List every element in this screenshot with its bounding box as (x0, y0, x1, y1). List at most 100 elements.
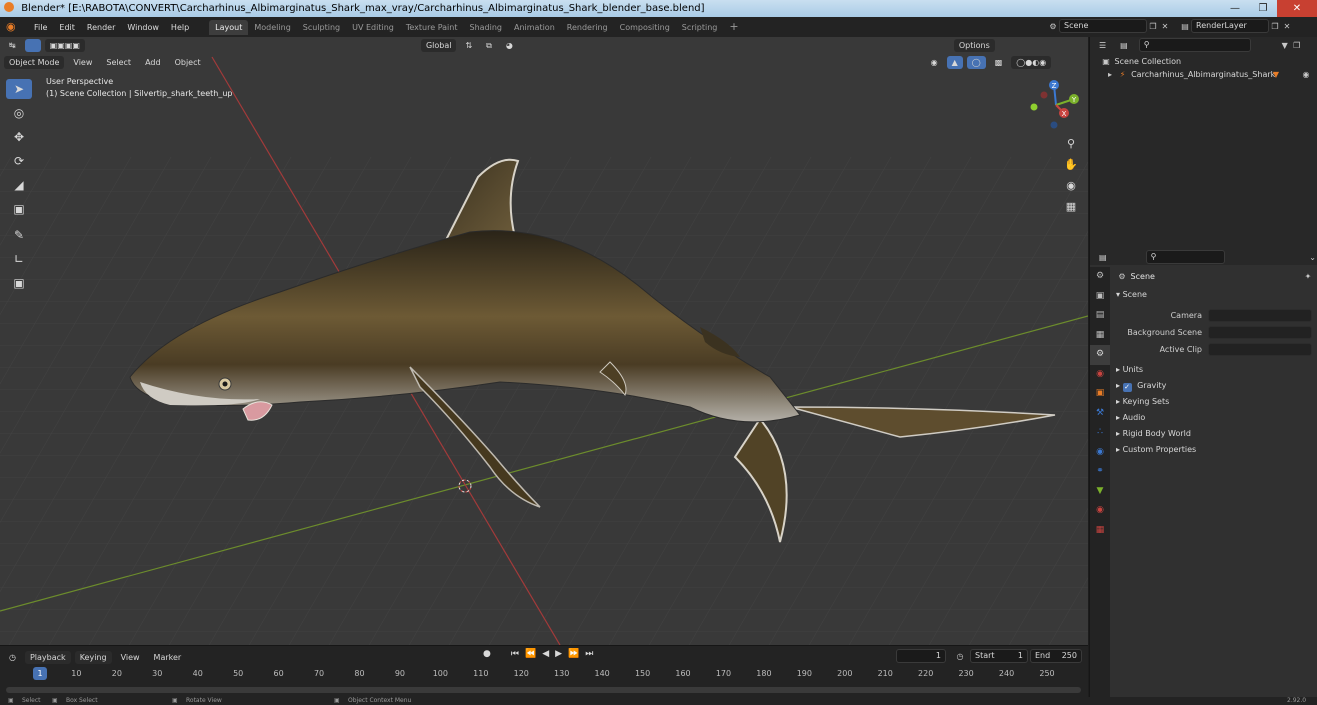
delete-view-layer-icon[interactable]: ✕ (1281, 22, 1293, 31)
tab-texture-paint[interactable]: Texture Paint (400, 20, 464, 35)
world-tab-icon[interactable]: ◉ (1090, 365, 1110, 385)
display-mode-icon[interactable]: ▤ (1115, 39, 1133, 52)
record-icon[interactable]: ● (480, 649, 494, 659)
outliner-item-shark[interactable]: ▸ ⚡ Carcharhinus_Albimarginatus_Shark ▼ … (1090, 68, 1317, 81)
menu-render[interactable]: Render (81, 23, 121, 32)
select-box-tool-icon[interactable]: ➤ (6, 79, 32, 99)
play-reverse-icon[interactable]: ◀ (539, 649, 552, 659)
tab-rendering[interactable]: Rendering (561, 20, 614, 35)
modifier-icon[interactable]: ▼ (1270, 68, 1282, 81)
tab-animation[interactable]: Animation (508, 20, 561, 35)
physics-tab-icon[interactable]: ◉ (1090, 443, 1110, 463)
audio-panel-header[interactable]: ▸ Audio (1112, 410, 1317, 426)
tab-modeling[interactable]: Modeling (248, 20, 296, 35)
view-menu[interactable]: View (68, 56, 97, 69)
transform-orientation-dropdown[interactable]: Global (420, 38, 457, 52)
gravity-panel-header[interactable]: ▸ ✓ Gravity (1112, 378, 1317, 394)
tab-sculpting[interactable]: Sculpting (297, 20, 346, 35)
particles-tab-icon[interactable]: ∴ (1090, 423, 1110, 443)
pan-hand-icon[interactable]: ✋ (1062, 156, 1080, 174)
delete-scene-icon[interactable]: ✕ (1159, 22, 1171, 31)
visibility-icon[interactable]: ◉ (926, 56, 943, 69)
perspective-toggle-icon[interactable]: ▦ (1062, 198, 1080, 216)
select-menu[interactable]: Select (101, 56, 136, 69)
move-tool-icon[interactable]: ✥ (6, 127, 32, 147)
marker-menu[interactable]: Marker (149, 651, 187, 664)
tab-compositing[interactable]: Compositing (614, 20, 676, 35)
gravity-checkbox[interactable]: ✓ (1122, 383, 1132, 392)
tool-settings-icon[interactable]: ↹ (4, 39, 21, 52)
current-frame-indicator[interactable]: 1 (33, 667, 47, 680)
selection-mode-icons[interactable]: ▣▣▣▣ (44, 38, 85, 52)
active-clip-field[interactable] (1208, 343, 1312, 356)
frame-ruler[interactable]: 1102030405060708090100110120130140150160… (0, 667, 1088, 683)
keying-sets-panel-header[interactable]: ▸ Keying Sets (1112, 394, 1317, 410)
tab-uv-editing[interactable]: UV Editing (346, 20, 400, 35)
constraints-tab-icon[interactable]: ⚭ (1090, 462, 1110, 482)
zoom-icon[interactable]: ⚲ (1062, 135, 1080, 153)
custom-properties-panel-header[interactable]: ▸ Custom Properties (1112, 442, 1317, 458)
modifiers-tab-icon[interactable]: ⚒ (1090, 404, 1110, 424)
eye-visibility-icon[interactable]: ◉ (1300, 68, 1312, 81)
tool-tab-icon[interactable]: ⚙ (1090, 267, 1110, 287)
rotate-tool-icon[interactable]: ⟳ (6, 151, 32, 171)
timeline-editor-type-icon[interactable]: ◷ (4, 651, 21, 664)
view-layer-field[interactable]: RenderLayer (1191, 19, 1269, 33)
output-tab-icon[interactable]: ▤ (1090, 306, 1110, 326)
gizmo-neg-z[interactable] (1050, 121, 1058, 129)
outliner-editor-type-icon[interactable]: ☰ (1094, 39, 1111, 52)
object-menu[interactable]: Object (170, 56, 206, 69)
pin-icon[interactable]: ✦ (1302, 267, 1314, 287)
gizmo-toggle-icon[interactable]: ▲ (946, 55, 963, 69)
jump-end-icon[interactable]: ⏭ (582, 649, 596, 659)
material-tab-icon[interactable]: ◉ (1090, 501, 1110, 521)
start-frame-field[interactable]: Start 1 (970, 649, 1028, 663)
annotate-tool-icon[interactable]: ✎ (6, 225, 32, 245)
expand-arrow-icon[interactable]: ▸ (1106, 68, 1114, 81)
tab-layout[interactable]: Layout (209, 19, 249, 35)
pivot-point-icon[interactable]: ⇅ (460, 39, 477, 52)
snap-icon[interactable]: ⧉ (481, 39, 497, 52)
current-frame-field[interactable]: 1 (896, 649, 946, 663)
transform-tool-icon[interactable]: ▣ (6, 199, 32, 219)
next-keyframe-icon[interactable]: ⏩ (565, 649, 582, 659)
select-mode-icon[interactable] (24, 38, 41, 52)
playback-menu[interactable]: Playback (24, 650, 71, 664)
new-collection-icon[interactable]: ❐ (1291, 41, 1303, 50)
maximize-button[interactable]: ❐ (1249, 0, 1277, 17)
menu-edit[interactable]: Edit (53, 23, 81, 32)
navigation-gizmo[interactable]: Z Y X (1026, 77, 1084, 133)
new-scene-icon[interactable]: ❐ (1147, 22, 1159, 31)
add-workspace-button[interactable]: + (723, 20, 744, 35)
prev-keyframe-icon[interactable]: ⏪ (522, 649, 539, 659)
object-tab-icon[interactable]: ▣ (1090, 384, 1110, 404)
xray-toggle-icon[interactable]: ▩ (990, 56, 1008, 69)
timeline-view-menu[interactable]: View (116, 651, 145, 664)
close-button[interactable]: ✕ (1277, 0, 1317, 17)
menu-file[interactable]: File (28, 23, 53, 32)
timeline-scrollbar[interactable] (6, 687, 1081, 693)
add-menu[interactable]: Add (140, 56, 166, 69)
properties-editor-type-icon[interactable]: ▤ (1094, 251, 1112, 264)
gizmo-neg-x[interactable] (1040, 91, 1048, 99)
outliner-scene-collection[interactable]: ▣ Scene Collection (1090, 55, 1317, 68)
rigid-body-world-panel-header[interactable]: ▸ Rigid Body World (1112, 426, 1317, 442)
proportional-edit-icon[interactable]: ◕ (501, 39, 518, 52)
blender-menu-icon[interactable]: ◉ (6, 21, 22, 33)
scale-tool-icon[interactable]: ◢ (6, 175, 32, 195)
mode-dropdown[interactable]: Object Mode (4, 55, 65, 69)
overlay-toggle-icon[interactable]: ◯ (966, 55, 986, 69)
3d-viewport[interactable]: ↹ ▣▣▣▣ Global ⇅ ⧉ ◕ Options Object Mode … (0, 37, 1088, 645)
render-tab-icon[interactable]: ▣ (1090, 287, 1110, 307)
add-cube-tool-icon[interactable]: ▣ (6, 273, 32, 293)
outliner-search-input[interactable]: ⚲ (1138, 38, 1251, 52)
options-dropdown[interactable]: Options (953, 38, 995, 52)
data-tab-icon[interactable]: ▼ (1090, 482, 1110, 502)
camera-field[interactable] (1208, 309, 1312, 322)
clock-icon[interactable]: ◷ (954, 652, 966, 661)
scene-tab-icon[interactable]: ⚙ (1090, 345, 1110, 365)
gizmo-neg-y[interactable] (1030, 103, 1038, 111)
cursor-tool-icon[interactable]: ◎ (6, 103, 32, 123)
camera-view-icon[interactable]: ◉ (1062, 177, 1080, 195)
view-layer-tab-icon[interactable]: ▦ (1090, 326, 1110, 346)
